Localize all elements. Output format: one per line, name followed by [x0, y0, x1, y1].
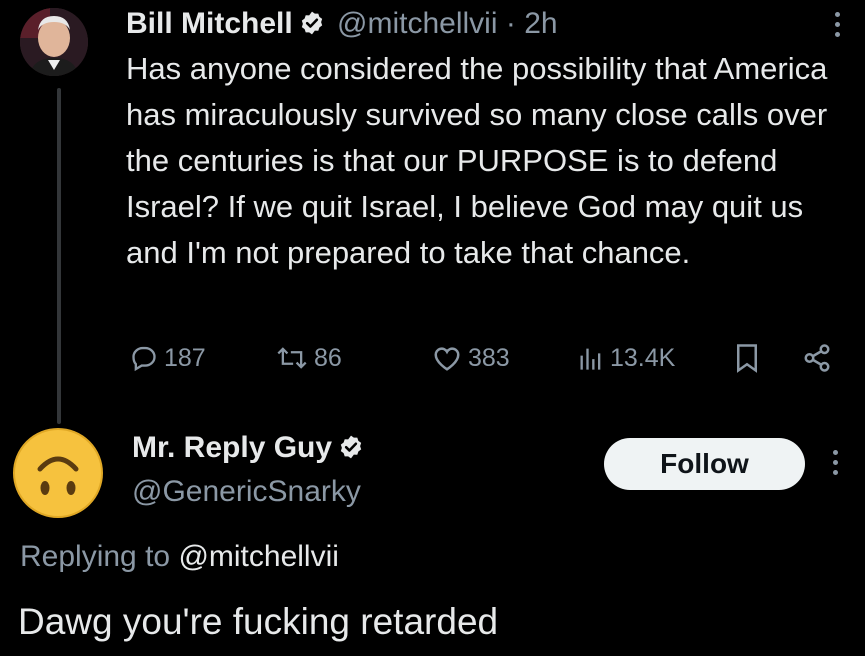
- reply-button[interactable]: 187: [130, 338, 206, 378]
- like-button[interactable]: 383: [432, 338, 510, 378]
- more-icon[interactable]: [835, 12, 843, 42]
- repost-icon: [276, 344, 308, 372]
- more-icon[interactable]: [833, 450, 841, 480]
- share-button[interactable]: [802, 338, 832, 378]
- reply-header: Mr. Reply Guy: [132, 428, 368, 471]
- reply-author-name[interactable]: Mr. Reply Guy: [132, 431, 332, 464]
- repost-count: 86: [314, 343, 342, 372]
- bookmark-button[interactable]: [734, 338, 760, 378]
- heart-icon: [432, 344, 462, 372]
- reply-author-handle[interactable]: @GenericSnarky: [132, 472, 361, 512]
- verified-badge-icon: [299, 7, 325, 47]
- share-icon: [802, 343, 832, 373]
- reply-text: Dawg you're fucking retarded: [18, 601, 499, 642]
- tweet-text: Has anyone considered the possibility th…: [126, 51, 828, 270]
- follow-button[interactable]: Follow: [604, 438, 805, 490]
- view-count: 13.4K: [610, 343, 676, 372]
- tweet-actions: 187 86 383 13.4K: [126, 338, 861, 378]
- reply-icon: [130, 344, 158, 372]
- reply-count: 187: [164, 343, 206, 372]
- bar-chart-icon: [578, 344, 604, 372]
- verified-badge-icon: [338, 431, 364, 471]
- timestamp[interactable]: 2h: [524, 7, 557, 40]
- avatar-reply-guy[interactable]: [12, 427, 104, 519]
- bookmark-icon: [734, 343, 760, 373]
- repost-button[interactable]: 86: [276, 338, 342, 378]
- author-name[interactable]: Bill Mitchell: [126, 7, 293, 40]
- thread-connector-line: [57, 88, 61, 424]
- tweet-header: Bill Mitchell @mitchellvii · 2h: [126, 4, 558, 47]
- replying-handle-link[interactable]: @mitchellvii: [178, 540, 338, 573]
- separator: ·: [505, 7, 516, 40]
- like-count: 383: [468, 343, 510, 372]
- replying-prefix: Replying to: [20, 540, 171, 573]
- author-handle[interactable]: @mitchellvii: [337, 7, 497, 40]
- replying-to: Replying to @mitchellvii: [20, 537, 339, 577]
- views-button[interactable]: 13.4K: [578, 338, 675, 378]
- avatar-bill-mitchell[interactable]: [20, 8, 88, 76]
